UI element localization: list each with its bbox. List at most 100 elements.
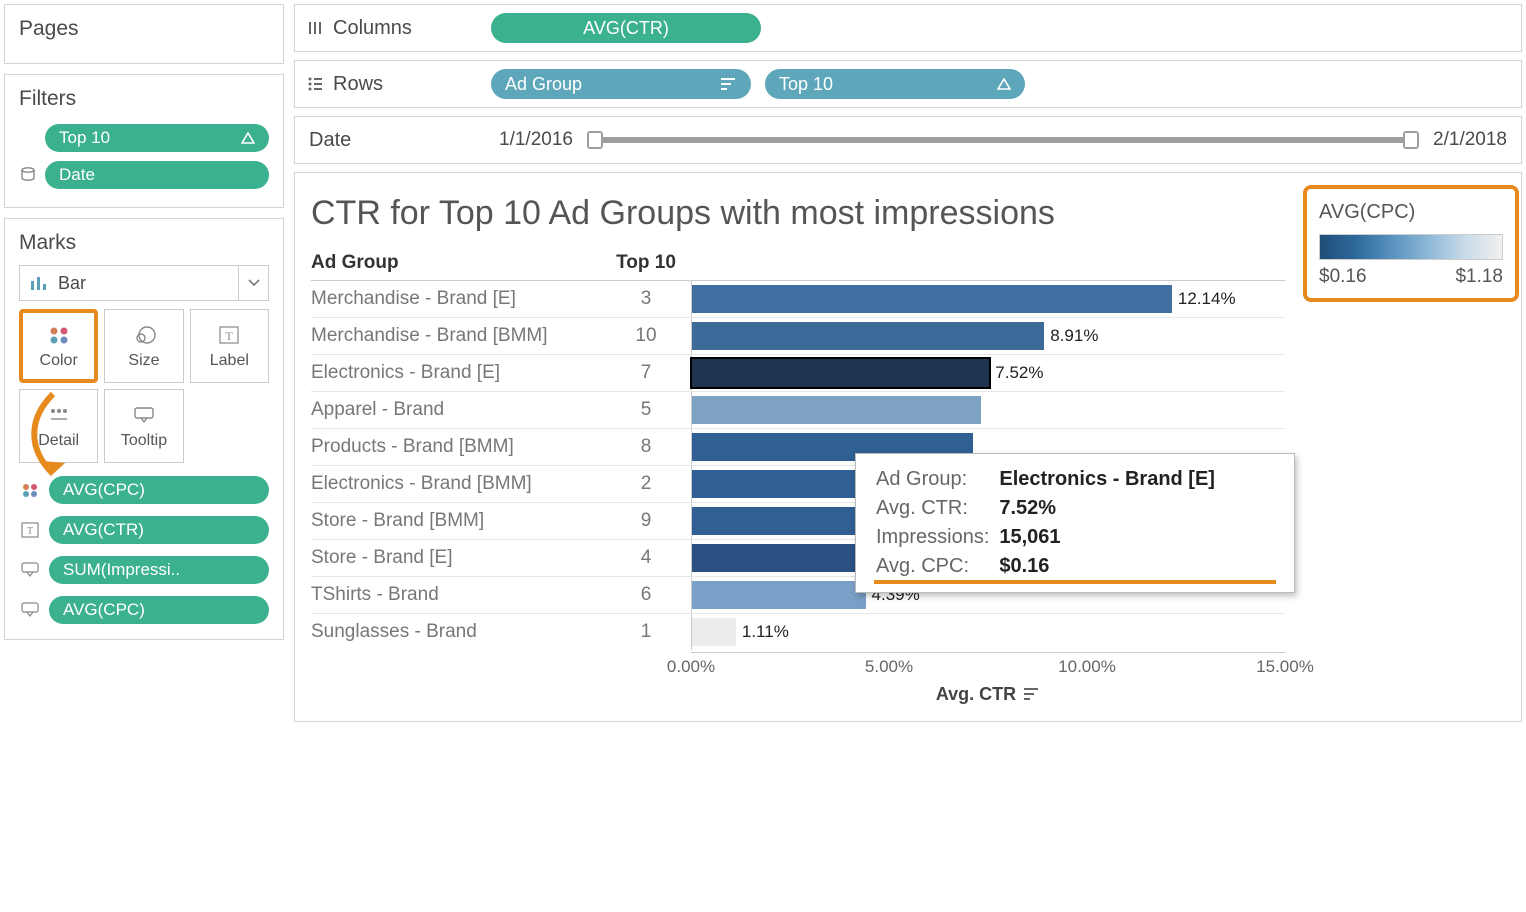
bar[interactable] — [692, 618, 736, 646]
sort-desc-icon — [711, 77, 737, 91]
date-end: 2/1/2018 — [1433, 129, 1507, 151]
size-icon — [132, 322, 156, 348]
color-dots-icon — [48, 322, 70, 348]
filter-pill-top10[interactable]: Top 10 — [45, 124, 269, 152]
mark-pill-avgcpc-tooltip[interactable]: AVG(CPC) — [49, 596, 269, 624]
mark-card-label: Detail — [38, 432, 79, 450]
columns-pill-avgctr[interactable]: AVG(CTR) — [491, 13, 761, 43]
slider-handle-end[interactable] — [1403, 131, 1419, 149]
legend-min: $0.16 — [1319, 266, 1367, 288]
row-rank: 10 — [601, 325, 691, 347]
marks-label: Marks — [19, 231, 269, 255]
bar[interactable] — [692, 285, 1172, 313]
row-rank: 8 — [601, 436, 691, 458]
x-axis-title: Avg. CTR — [691, 684, 1285, 705]
tooltip-icon — [133, 402, 155, 428]
row-rank: 3 — [601, 288, 691, 310]
bar-label: 8.91% — [1050, 326, 1098, 346]
filters-label: Filters — [19, 87, 269, 111]
legend-box[interactable]: AVG(CPC) $0.16 $1.18 — [1307, 189, 1515, 298]
bar[interactable] — [692, 581, 866, 609]
columns-label: Columns — [333, 17, 412, 40]
triangle-icon — [987, 78, 1011, 90]
chart-row[interactable]: Electronics - Brand [E]77.52% — [311, 354, 1285, 391]
bar-wrap: 1.11% — [691, 614, 1285, 650]
viz-title: CTR for Top 10 Ad Groups with most impre… — [311, 193, 1285, 234]
mark-card-label-text: Label — [210, 352, 249, 370]
chart-row[interactable]: Merchandise - Brand [BMM]108.91% — [311, 317, 1285, 354]
rows-shelf[interactable]: Rows Ad Group Top 10 — [294, 60, 1522, 108]
mark-card-size[interactable]: Size — [104, 309, 183, 383]
row-rank: 4 — [601, 547, 691, 569]
chart-row[interactable]: Apparel - Brand5 — [311, 391, 1285, 428]
mark-card-label: Color — [40, 352, 78, 370]
bar[interactable] — [692, 396, 981, 424]
rows-label: Rows — [333, 73, 383, 96]
bar-label: 12.14% — [1178, 289, 1236, 309]
mark-pill-impressions[interactable]: SUM(Impressi.. — [49, 556, 269, 584]
pages-card: Pages — [4, 4, 284, 64]
rows-pill-adgroup[interactable]: Ad Group — [491, 69, 751, 99]
bar[interactable] — [692, 359, 989, 387]
chart-row[interactable]: Sunglasses - Brand11.11% — [311, 613, 1285, 650]
row-rank: 5 — [601, 399, 691, 421]
row-group: Merchandise - Brand [E] — [311, 288, 601, 310]
viz-panel: CTR for Top 10 Ad Groups with most impre… — [294, 172, 1522, 722]
row-rank: 9 — [601, 510, 691, 532]
row-rank: 7 — [601, 362, 691, 384]
date-slider[interactable] — [587, 137, 1419, 143]
pill-label: Top 10 — [59, 128, 110, 148]
row-group: TShirts - Brand — [311, 584, 601, 606]
row-rank: 2 — [601, 473, 691, 495]
row-group: Store - Brand [BMM] — [311, 510, 601, 532]
chart-row[interactable]: Merchandise - Brand [E]3 12.14% — [311, 280, 1285, 317]
svg-text:T: T — [27, 526, 33, 537]
mark-card-tooltip[interactable]: Tooltip — [104, 389, 183, 463]
sort-desc-icon — [1024, 687, 1040, 701]
bar-wrap: 7.52% — [691, 355, 1285, 391]
row-group: Apparel - Brand — [311, 399, 601, 421]
filter-pill-date[interactable]: Date — [45, 161, 269, 189]
col-header-group: Ad Group — [311, 252, 601, 274]
tooltip-icon — [19, 562, 41, 578]
annotation-underline — [874, 580, 1276, 584]
row-group: Products - Brand [BMM] — [311, 436, 601, 458]
axis-tick: 15.00% — [1256, 657, 1314, 677]
bar-chart-icon — [30, 275, 48, 291]
color-dots-icon — [19, 482, 41, 498]
axis-tick: 0.00% — [667, 657, 715, 677]
mark-pill-avgctr[interactable]: AVG(CTR) — [49, 516, 269, 544]
mark-pill-avgcpc-color[interactable]: AVG(CPC) — [49, 476, 269, 504]
columns-shelf[interactable]: Columns AVG(CTR) — [294, 4, 1522, 52]
bar-wrap: 12.14% — [691, 281, 1285, 317]
rows-pill-top10[interactable]: Top 10 — [765, 69, 1025, 99]
svg-text:T: T — [226, 329, 234, 343]
mark-card-label: Size — [128, 352, 159, 370]
mark-card-label[interactable]: T Label — [190, 309, 269, 383]
legend-gradient — [1319, 234, 1503, 260]
slider-handle-start[interactable] — [587, 131, 603, 149]
date-start: 1/1/2016 — [499, 129, 573, 151]
row-group: Store - Brand [E] — [311, 547, 601, 569]
triangle-icon — [231, 132, 255, 144]
chevron-down-icon — [238, 266, 268, 300]
columns-icon — [307, 20, 323, 36]
axis-tick: 10.00% — [1058, 657, 1116, 677]
mark-card-detail[interactable]: Detail — [19, 389, 98, 463]
row-rank: 6 — [601, 584, 691, 606]
mark-card-color[interactable]: Color — [19, 309, 98, 383]
legend-title: AVG(CPC) — [1319, 201, 1503, 224]
pill-label: Date — [59, 165, 95, 185]
bar-wrap: 8.91% — [691, 318, 1285, 354]
mark-type-select[interactable]: Bar — [19, 265, 269, 301]
date-filter-label: Date — [309, 129, 479, 152]
mark-card-label: Tooltip — [121, 432, 167, 450]
detail-icon — [49, 402, 69, 428]
tooltip-icon — [19, 602, 41, 618]
row-group: Electronics - Brand [E] — [311, 362, 601, 384]
bar-wrap — [691, 392, 1285, 428]
x-axis: 0.00%5.00%10.00%15.00% — [691, 652, 1285, 678]
legend-max: $1.18 — [1455, 266, 1503, 288]
bar[interactable] — [692, 322, 1044, 350]
row-group: Electronics - Brand [BMM] — [311, 473, 601, 495]
